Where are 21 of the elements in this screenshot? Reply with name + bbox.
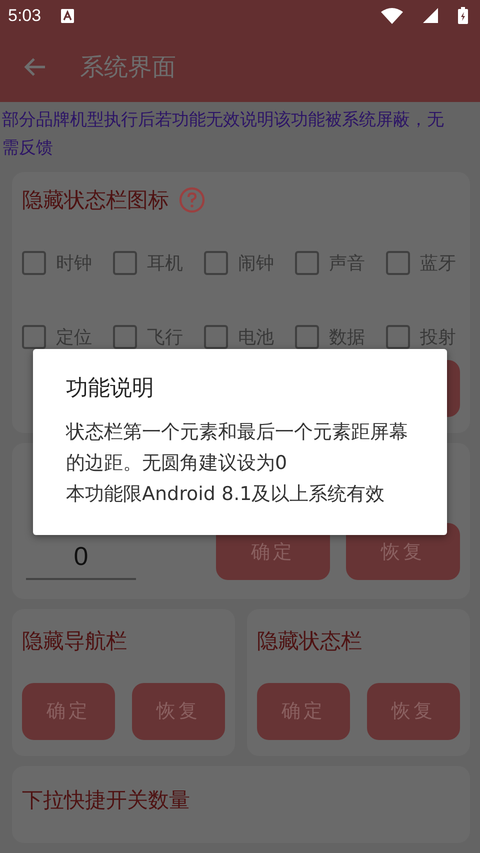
card-title: 下拉快捷开关数量 [22, 786, 190, 814]
dialog-text: 状态栏第一个元素和最后一个元素距屏幕的边距。无圆角建议设为0 [66, 420, 409, 476]
checkbox[interactable] [386, 250, 410, 275]
checkbox[interactable] [204, 250, 228, 275]
help-icon[interactable] [179, 186, 205, 213]
status-time: 5:03 [8, 6, 42, 26]
checkbox[interactable] [113, 250, 137, 275]
dialog-text: 本功能限Android 8.1及以上系统有效 [66, 482, 386, 507]
checkbox[interactable] [295, 250, 319, 275]
dialog-title: 功能说明 [66, 375, 155, 403]
card-title: 隐藏导航栏 [22, 628, 127, 655]
back-icon[interactable] [24, 56, 46, 77]
card-title: 隐藏状态栏图标 [22, 186, 169, 214]
checkbox[interactable] [22, 250, 46, 275]
app-bar-title: 系统界面 [80, 52, 176, 83]
notice-text: 部分品牌机型执行后若功能无效说明该功能被系统屏蔽，无需反馈 [1, 108, 445, 160]
wifi-icon [381, 8, 403, 24]
keyboard-icon [61, 8, 74, 23]
card-title: 隐藏状态栏 [257, 628, 362, 655]
signal-icon [423, 8, 438, 24]
battery-icon [458, 7, 468, 24]
